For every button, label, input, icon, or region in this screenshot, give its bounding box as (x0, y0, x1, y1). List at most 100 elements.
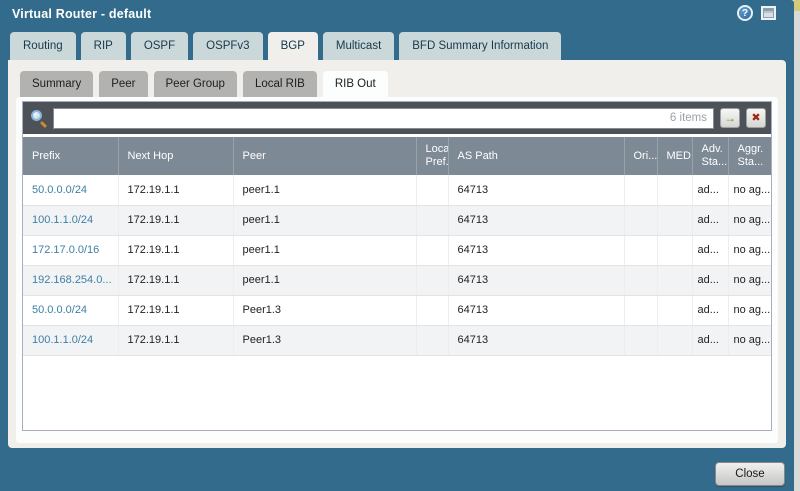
next-hop-cell: 172.19.1.1 (118, 295, 233, 325)
main-tab-routing[interactable]: Routing (10, 32, 76, 60)
search-icon-handle (40, 121, 47, 128)
window-icon-inner (764, 11, 773, 17)
origin-cell (624, 295, 657, 325)
prefix-cell[interactable]: 50.0.0.0/24 (23, 295, 118, 325)
table-row-192-168-254-0[interactable]: 192.168.254.0... 172.19.1.1 peer1.1 6471… (23, 265, 772, 295)
next-hop-cell: 172.19.1.1 (118, 325, 233, 355)
peer-cell: Peer1.3 (233, 295, 416, 325)
prefix-cell[interactable]: 172.17.0.0/16 (23, 235, 118, 265)
aggr-status-cell: no ag... (728, 295, 772, 325)
column-header-prefix[interactable]: Prefix (23, 137, 118, 175)
med-cell (657, 175, 692, 205)
bgp-content-panel: Summary Peer Peer Group Local RIB RIB Ou… (8, 60, 786, 448)
as-path-cell: 64713 (448, 175, 624, 205)
next-hop-cell: 172.19.1.1 (118, 235, 233, 265)
main-tab-bar: Routing RIP OSPF OSPFv3 BGP Multicast BF… (10, 32, 566, 60)
sub-tab-summary[interactable]: Summary (20, 71, 93, 97)
sub-tab-bar: Summary Peer Peer Group Local RIB RIB Ou… (20, 71, 394, 97)
adv-status-cell: ad... (692, 295, 728, 325)
local-pref-cell (416, 235, 448, 265)
origin-cell (624, 325, 657, 355)
main-tab-ospf[interactable]: OSPF (131, 32, 188, 60)
rib-out-table-container: 6 items → ✖ Prefix (22, 101, 772, 431)
column-header-peer[interactable]: Peer (233, 137, 416, 175)
sub-tab-peer[interactable]: Peer (99, 71, 147, 97)
aggr-status-cell: no ag... (728, 175, 772, 205)
local-pref-cell (416, 265, 448, 295)
local-pref-cell (416, 175, 448, 205)
sub-tab-rib-out[interactable]: RIB Out (323, 71, 388, 97)
filter-input-wrap: 6 items (53, 108, 714, 129)
adv-status-cell: ad... (692, 205, 728, 235)
med-cell (657, 325, 692, 355)
rib-out-table: Prefix Next Hop Peer Local Pref. AS Path… (23, 137, 772, 356)
next-hop-cell: 172.19.1.1 (118, 175, 233, 205)
med-cell (657, 265, 692, 295)
aggr-status-cell: no ag... (728, 205, 772, 235)
column-header-next-hop[interactable]: Next Hop (118, 137, 233, 175)
search-icon[interactable] (31, 110, 47, 126)
as-path-cell: 64713 (448, 235, 624, 265)
local-pref-cell (416, 325, 448, 355)
peer-cell: Peer1.3 (233, 325, 416, 355)
prefix-cell[interactable]: 192.168.254.0... (23, 265, 118, 295)
filter-bar: 6 items → ✖ (23, 102, 771, 134)
main-tab-multicast[interactable]: Multicast (323, 32, 394, 60)
sub-tab-peer-group[interactable]: Peer Group (154, 71, 237, 97)
adv-status-cell: ad... (692, 325, 728, 355)
prefix-cell[interactable]: 100.1.1.0/24 (23, 205, 118, 235)
adv-status-cell: ad... (692, 265, 728, 295)
origin-cell (624, 205, 657, 235)
clear-filter-button[interactable]: ✖ (746, 108, 766, 128)
close-button[interactable]: Close (715, 462, 785, 486)
sub-tab-local-rib[interactable]: Local RIB (243, 71, 317, 97)
main-tab-rip[interactable]: RIP (81, 32, 126, 60)
main-tab-ospfv3[interactable]: OSPFv3 (193, 32, 262, 60)
aggr-status-cell: no ag... (728, 265, 772, 295)
column-header-local-pref[interactable]: Local Pref. (416, 137, 448, 175)
peer-cell: peer1.1 (233, 175, 416, 205)
origin-cell (624, 175, 657, 205)
dialog-titlebar: Virtual Router - default ? (0, 0, 794, 30)
table-row-172-17-0-0-16[interactable]: 172.17.0.0/16 172.19.1.1 peer1.1 64713 a… (23, 235, 772, 265)
prefix-cell[interactable]: 50.0.0.0/24 (23, 175, 118, 205)
column-header-adv-sta[interactable]: Adv. Sta... (692, 137, 728, 175)
aggr-status-cell: no ag... (728, 325, 772, 355)
prefix-cell[interactable]: 100.1.1.0/24 (23, 325, 118, 355)
table-header-row: Prefix Next Hop Peer Local Pref. AS Path… (23, 137, 772, 175)
virtual-router-dialog: Virtual Router - default ? Routing RIP O… (0, 0, 794, 491)
main-tab-bgp[interactable]: BGP (268, 32, 318, 60)
next-hop-cell: 172.19.1.1 (118, 205, 233, 235)
next-hop-cell: 172.19.1.1 (118, 265, 233, 295)
column-header-ori[interactable]: Ori... (624, 137, 657, 175)
table-row-50-0-0-0-24[interactable]: 50.0.0.0/24 172.19.1.1 Peer1.3 64713 ad.… (23, 295, 772, 325)
search-icon-lens (31, 110, 42, 121)
peer-cell: peer1.1 (233, 235, 416, 265)
med-cell (657, 235, 692, 265)
local-pref-cell (416, 295, 448, 325)
as-path-cell: 64713 (448, 325, 624, 355)
window-icon[interactable] (761, 6, 776, 20)
main-tab-bfd-summary-information[interactable]: BFD Summary Information (399, 32, 561, 60)
as-path-cell: 64713 (448, 295, 624, 325)
origin-cell (624, 265, 657, 295)
column-header-med[interactable]: MED (657, 137, 692, 175)
rib-out-panel: 6 items → ✖ Prefix (16, 97, 778, 443)
med-cell (657, 295, 692, 325)
table-row-100-1-1-0-24[interactable]: 100.1.1.0/24 172.19.1.1 Peer1.3 64713 ad… (23, 325, 772, 355)
origin-cell (624, 235, 657, 265)
as-path-cell: 64713 (448, 265, 624, 295)
peer-cell: peer1.1 (233, 205, 416, 235)
table-row-50-0-0-0-24[interactable]: 50.0.0.0/24 172.19.1.1 peer1.1 64713 ad.… (23, 175, 772, 205)
as-path-cell: 64713 (448, 205, 624, 235)
column-header-aggr-sta[interactable]: Aggr. Sta... (728, 137, 772, 175)
filter-input[interactable] (53, 108, 714, 129)
med-cell (657, 205, 692, 235)
peer-cell: peer1.1 (233, 265, 416, 295)
help-icon[interactable]: ? (737, 5, 753, 21)
adv-status-cell: ad... (692, 175, 728, 205)
apply-filter-button[interactable]: → (720, 108, 740, 128)
column-header-as-path[interactable]: AS Path (448, 137, 624, 175)
page-background-edge (794, 0, 800, 11)
table-row-100-1-1-0-24[interactable]: 100.1.1.0/24 172.19.1.1 peer1.1 64713 ad… (23, 205, 772, 235)
